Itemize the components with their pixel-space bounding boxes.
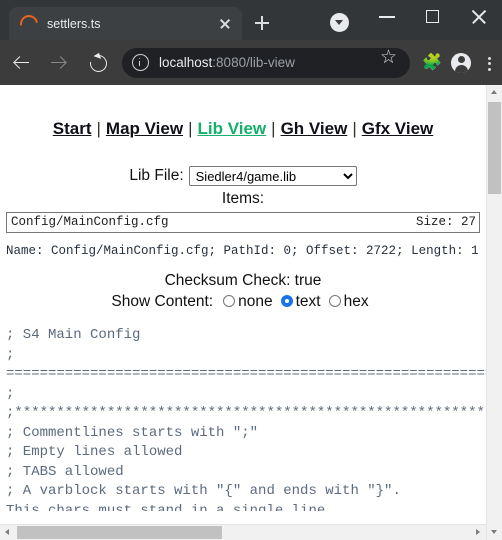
scroll-up-arrow-icon[interactable]: [487, 85, 502, 101]
url-path: :8080/lib-view: [212, 55, 295, 70]
nav-link-map-view[interactable]: Map View: [106, 119, 183, 138]
maximize-button[interactable]: [410, 0, 456, 33]
item-size: Size: 27: [415, 215, 476, 229]
lib-file-select[interactable]: Siedler4/game.lib: [188, 166, 357, 186]
tab-strip: settlers.ts: [0, 0, 502, 40]
item-meta-line: Name: Config/MainConfig.cfg; PathId: 0; …: [6, 244, 479, 258]
window-controls: [364, 0, 502, 33]
browser-window: settlers.ts localhost:8080/lib-view 🧩 St…: [0, 0, 502, 540]
browser-tab[interactable]: settlers.ts: [9, 7, 242, 40]
scroll-right-arrow-icon[interactable]: [470, 525, 486, 540]
bookmark-star-icon[interactable]: [380, 47, 402, 74]
address-bar[interactable]: localhost:8080/lib-view: [122, 47, 410, 78]
new-tab-button[interactable]: [248, 9, 276, 37]
nav-link-gh-view[interactable]: Gh View: [281, 119, 348, 138]
puzzle-piece-icon: 🧩: [422, 53, 442, 71]
address-bar-text: localhost:8080/lib-view: [159, 55, 380, 70]
lib-file-label: Lib File:: [129, 167, 184, 185]
avatar-icon: [451, 52, 471, 73]
nav-link-gfx-view[interactable]: Gfx View: [362, 119, 434, 138]
nav-link-lib-view[interactable]: Lib View: [197, 119, 266, 138]
radio-option-none[interactable]: none: [221, 293, 273, 311]
nav-separator: |: [271, 119, 276, 138]
url-host: localhost: [159, 55, 213, 70]
content-horizontal-scrollbar[interactable]: [0, 524, 486, 540]
show-content-row: Show Content: none text hex: [0, 293, 486, 311]
profile-button[interactable]: [446, 48, 476, 78]
radio-text-label: text: [295, 293, 321, 310]
radio-none-icon[interactable]: [223, 295, 236, 307]
tab-search-chevron-down-icon[interactable]: [330, 13, 349, 32]
browser-menu-button[interactable]: [476, 48, 502, 78]
items-label: Items:: [221, 190, 265, 207]
site-info-icon[interactable]: [132, 54, 149, 71]
radio-none-label: none: [238, 293, 273, 310]
scroll-down-arrow-icon[interactable]: [487, 524, 502, 540]
scroll-left-arrow-icon[interactable]: [0, 525, 16, 540]
checksum-status: Checksum Check: true: [164, 272, 322, 289]
reload-icon: [86, 51, 111, 75]
radio-text-icon[interactable]: [280, 295, 293, 307]
radio-option-hex[interactable]: hex: [327, 293, 369, 311]
tab-title: settlers.ts: [47, 16, 101, 31]
close-window-button[interactable]: [456, 0, 502, 33]
nav-separator: |: [352, 119, 357, 138]
close-tab-icon[interactable]: [217, 16, 233, 32]
radio-hex-icon[interactable]: [328, 295, 341, 307]
reload-button[interactable]: [82, 47, 114, 79]
file-content-text: ; S4 Main Config ; =====================…: [6, 327, 486, 511]
lib-file-row: Lib File: Siedler4/game.lib: [0, 166, 486, 186]
arrow-left-icon: [15, 57, 29, 69]
nav-separator: |: [96, 119, 101, 138]
arrow-right-icon: [53, 57, 65, 69]
radio-hex-label: hex: [343, 293, 369, 310]
horizontal-scroll-thumb[interactable]: [17, 526, 222, 539]
show-content-label: Show Content:: [111, 293, 214, 310]
page-vertical-scrollbar[interactable]: [486, 85, 502, 540]
loading-spinner-icon: [16, 10, 42, 37]
page-viewport: Start | Map View | Lib View | Gh View | Gfx View…: [0, 85, 502, 540]
minimize-button[interactable]: [364, 0, 410, 33]
forward-button[interactable]: [44, 47, 76, 79]
extensions-button[interactable]: 🧩: [416, 48, 446, 78]
back-button[interactable]: [6, 47, 38, 79]
item-name: Config/MainConfig.cfg: [11, 215, 169, 229]
nav-separator: |: [188, 119, 193, 138]
items-listbox[interactable]: Config/MainConfig.cfg Size: 27: [6, 212, 480, 233]
page-content: Start | Map View | Lib View | Gh View | Gfx View…: [0, 85, 486, 540]
list-item[interactable]: Config/MainConfig.cfg Size: 27: [7, 213, 479, 229]
nav-link-start[interactable]: Start: [53, 119, 92, 138]
browser-toolbar: localhost:8080/lib-view 🧩: [0, 40, 502, 85]
vertical-scroll-thumb[interactable]: [488, 102, 501, 194]
radio-option-text[interactable]: text: [279, 293, 321, 311]
site-nav: Start | Map View | Lib View | Gh View | Gfx View: [0, 85, 486, 139]
